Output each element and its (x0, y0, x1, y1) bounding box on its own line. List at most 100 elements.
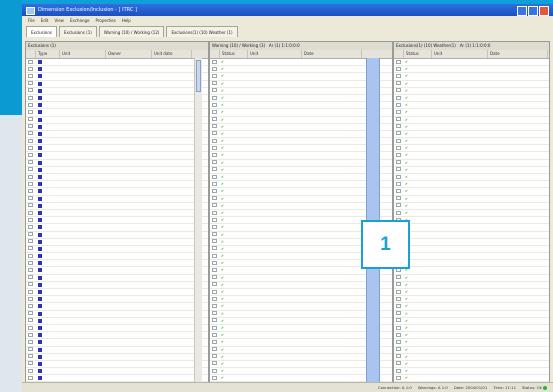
row-checkbox[interactable] (212, 59, 217, 64)
row-checkbox[interactable] (28, 167, 33, 172)
row-checkbox[interactable] (396, 368, 401, 373)
table-row[interactable]: ✔ (394, 188, 549, 196)
table-row[interactable]: ✔ (394, 95, 549, 103)
table-row[interactable] (26, 66, 208, 74)
table-row[interactable] (26, 260, 208, 268)
table-row[interactable] (26, 318, 208, 325)
row-checkbox[interactable] (28, 361, 33, 366)
column-header-type[interactable]: Type (36, 50, 60, 58)
row-checkbox[interactable] (28, 124, 33, 129)
row-checkbox[interactable] (212, 232, 217, 237)
row-checkbox[interactable] (28, 153, 33, 158)
table-row[interactable] (26, 332, 208, 340)
table-row[interactable]: ✔ (394, 109, 549, 117)
row-checkbox[interactable] (396, 131, 401, 136)
row-checkbox[interactable] (28, 289, 33, 294)
table-row[interactable]: ✔ (210, 102, 392, 110)
row-checkbox[interactable] (212, 102, 217, 107)
tab-warning-working[interactable]: Warning (10) / Working (12) (98, 26, 165, 37)
row-checkbox[interactable] (212, 339, 217, 344)
row-checkbox[interactable] (28, 196, 33, 201)
row-checkbox[interactable] (396, 339, 401, 344)
table-row[interactable] (26, 59, 208, 67)
row-checkbox[interactable] (28, 253, 33, 258)
row-checkbox[interactable] (396, 73, 401, 78)
row-checkbox[interactable] (212, 138, 217, 143)
row-checkbox[interactable] (396, 66, 401, 71)
table-row[interactable]: ✔ (394, 196, 549, 203)
row-checkbox[interactable] (28, 275, 33, 280)
table-row[interactable]: ✔ (210, 311, 392, 318)
row-checkbox[interactable] (28, 224, 33, 229)
table-row[interactable] (26, 174, 208, 182)
table-row[interactable]: ✔ (210, 138, 392, 146)
table-row[interactable]: ✔ (394, 181, 549, 189)
row-checkbox[interactable] (212, 145, 217, 150)
row-checkbox[interactable] (28, 66, 33, 71)
table-row[interactable]: ✔ (394, 217, 549, 225)
row-checkbox[interactable] (212, 260, 217, 265)
table-row[interactable] (26, 368, 208, 376)
row-checkbox[interactable] (212, 239, 217, 244)
row-checkbox[interactable] (212, 246, 217, 251)
table-row[interactable] (26, 181, 208, 189)
table-row[interactable]: ✔ (394, 361, 549, 369)
row-checkbox[interactable] (212, 275, 217, 280)
row-checkbox[interactable] (212, 354, 217, 359)
table-row[interactable] (26, 224, 208, 232)
table-row[interactable] (26, 239, 208, 246)
row-checkbox[interactable] (28, 88, 33, 93)
tab-exclusions-weather[interactable]: Exclusions(1) (10) Weather (1) (166, 26, 238, 37)
row-checkbox[interactable] (28, 347, 33, 352)
row-checkbox[interactable] (28, 117, 33, 122)
table-row[interactable]: ✔ (210, 332, 392, 340)
table-row[interactable]: ✔ (210, 152, 392, 160)
table-row[interactable]: ✔ (210, 354, 392, 361)
row-checkbox[interactable] (212, 325, 217, 330)
table-row[interactable]: ✔ (210, 325, 392, 333)
table-row[interactable]: ✔ (394, 339, 549, 347)
table-row[interactable]: ✔ (394, 131, 549, 139)
table-row[interactable] (26, 303, 208, 311)
row-checkbox[interactable] (28, 325, 33, 330)
table-row[interactable]: ✔ (210, 66, 392, 74)
table-row[interactable]: ✔ (210, 73, 392, 81)
row-checkbox[interactable] (396, 117, 401, 122)
table-row[interactable]: ✔ (394, 224, 549, 232)
row-checkbox[interactable] (212, 131, 217, 136)
table-row[interactable] (26, 124, 208, 131)
row-checkbox[interactable] (396, 138, 401, 143)
row-checkbox[interactable] (28, 102, 33, 107)
row-checkbox[interactable] (212, 153, 217, 158)
table-row[interactable] (26, 73, 208, 81)
close-icon[interactable] (539, 6, 549, 16)
row-checkbox[interactable] (212, 160, 217, 165)
column-header-unit[interactable]: Unit (248, 50, 302, 58)
table-row[interactable]: ✔ (210, 88, 392, 95)
table-row[interactable] (26, 203, 208, 210)
table-row[interactable]: ✔ (210, 81, 392, 88)
table-row[interactable]: ✔ (210, 145, 392, 153)
table-row[interactable]: ✔ (394, 117, 549, 124)
row-checkbox[interactable] (396, 332, 401, 337)
row-checkbox[interactable] (212, 347, 217, 352)
row-checkbox[interactable] (212, 253, 217, 258)
row-checkbox[interactable] (28, 210, 33, 215)
table-row[interactable]: ✔ (394, 66, 549, 74)
table-row[interactable]: ✔ (210, 368, 392, 376)
row-checkbox[interactable] (212, 375, 217, 380)
row-checkbox[interactable] (28, 311, 33, 316)
table-row[interactable] (26, 188, 208, 196)
menu-edit[interactable]: Edit (41, 16, 49, 26)
row-checkbox[interactable] (396, 375, 401, 380)
row-checkbox[interactable] (396, 282, 401, 287)
row-checkbox[interactable] (28, 188, 33, 193)
row-checkbox[interactable] (28, 59, 33, 64)
row-checkbox[interactable] (396, 95, 401, 100)
table-row[interactable]: ✔ (394, 145, 549, 153)
column-header-date[interactable]: Date (302, 50, 362, 58)
table-row[interactable]: ✔ (394, 368, 549, 376)
table-row[interactable]: ✔ (210, 117, 392, 124)
vertical-scrollbar[interactable] (194, 58, 202, 382)
column-header-check[interactable] (394, 50, 404, 58)
